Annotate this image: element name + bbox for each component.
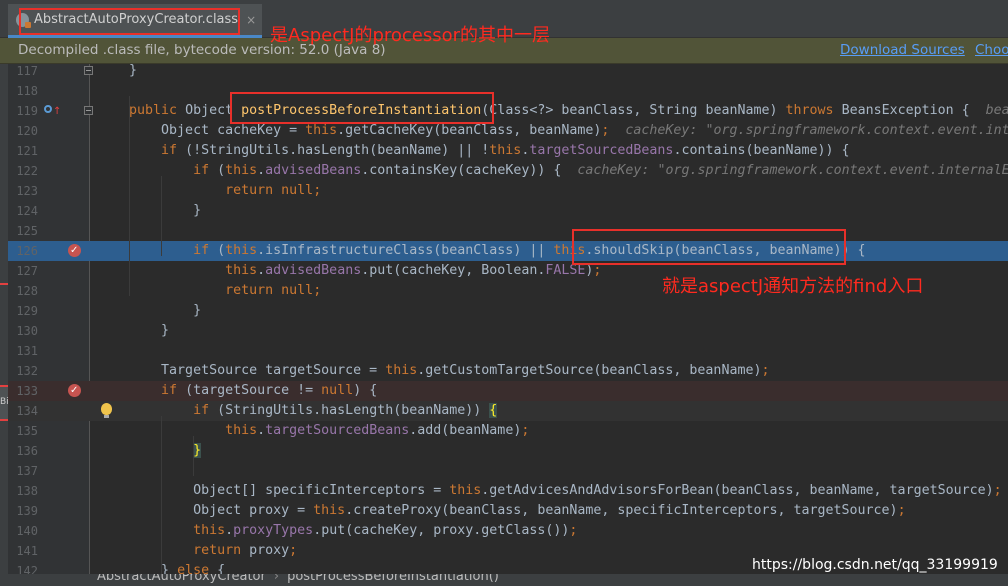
- code-line[interactable]: 133 if (targetSource != null) {: [8, 381, 1008, 401]
- indent-guide: [161, 176, 162, 256]
- code-line[interactable]: 124 }: [8, 201, 1008, 221]
- line-number[interactable]: 130: [8, 321, 38, 341]
- implements-arrow-icon[interactable]: ↑: [53, 102, 61, 122]
- indent-guide: [129, 96, 130, 296]
- code-text: return null;: [225, 283, 322, 298]
- code-text: if (this.advisedBeans.containsKey(cacheK…: [193, 163, 1008, 178]
- code-text: if (StringUtils.hasLength(beanName)) {: [193, 403, 498, 418]
- line-number[interactable]: 138: [8, 481, 38, 501]
- line-number[interactable]: 137: [8, 461, 38, 481]
- watermark: https://blog.csdn.net/qq_33199919: [752, 557, 998, 573]
- line-number[interactable]: 133: [8, 381, 38, 401]
- line-number[interactable]: 134: [8, 401, 38, 421]
- line-number[interactable]: 131: [8, 341, 38, 361]
- code-line[interactable]: 137: [8, 461, 1008, 481]
- line-number[interactable]: 135: [8, 421, 38, 441]
- code-line[interactable]: 140 this.proxyTypes.put(cacheKey, proxy.…: [8, 521, 1008, 541]
- code-text: this.advisedBeans.put(cacheKey, Boolean.…: [225, 263, 602, 278]
- line-number[interactable]: 122: [8, 161, 38, 181]
- code-line[interactable]: 129 }: [8, 301, 1008, 321]
- line-number[interactable]: 140: [8, 521, 38, 541]
- breadcrumb-class[interactable]: AbstractAutoProxyCreator: [97, 574, 266, 584]
- breakpoint-icon[interactable]: [68, 241, 81, 261]
- code-text: }: [97, 303, 202, 318]
- annotation-box-tab: [19, 8, 240, 35]
- code-text: }: [97, 203, 202, 218]
- line-number[interactable]: 126: [8, 241, 38, 261]
- code-text: }: [97, 323, 170, 338]
- line-number[interactable]: 128: [8, 281, 38, 301]
- code-text: Object cacheKey = this.getCacheKey(beanC…: [97, 123, 1008, 138]
- line-number[interactable]: 139: [8, 501, 38, 521]
- code-text: }: [193, 443, 202, 458]
- indent-guide: [193, 436, 194, 476]
- line-number[interactable]: 124: [8, 201, 38, 221]
- line-number[interactable]: 141: [8, 541, 38, 561]
- annotation-skip-note: 就是aspectJ通知方法的find入口: [662, 276, 924, 297]
- code-line[interactable]: 130 }: [8, 321, 1008, 341]
- line-number[interactable]: 119: [8, 101, 38, 121]
- code-text: this.proxyTypes.put(cacheKey, proxy.getC…: [193, 523, 578, 538]
- code-text: return proxy;: [193, 543, 298, 558]
- code-line[interactable]: 135 this.targetSourcedBeans.add(beanName…: [8, 421, 1008, 441]
- code-line[interactable]: 138 Object[] specificInterceptors = this…: [8, 481, 1008, 501]
- code-line[interactable]: 139 Object proxy = this.createProxy(bean…: [8, 501, 1008, 521]
- left-strip-marker: [0, 283, 8, 285]
- line-number[interactable]: 120: [8, 121, 38, 141]
- fold-toggle-icon[interactable]: [84, 66, 93, 75]
- code-line[interactable]: 136 }: [8, 441, 1008, 461]
- code-line[interactable]: 118: [8, 81, 1008, 101]
- choose-sources-link[interactable]: Choo: [975, 42, 1008, 58]
- annotation-box-method: [230, 92, 494, 124]
- code-text: if (targetSource != null) {: [161, 383, 378, 398]
- left-strip-panel-tab[interactable]: Bi: [0, 385, 8, 421]
- code-line[interactable]: 126 if (this.isInfrastructureClass(beanC…: [8, 241, 1008, 261]
- code-text: Object[] specificInterceptors = this.get…: [97, 483, 1002, 498]
- line-number[interactable]: 118: [8, 81, 38, 101]
- code-line[interactable]: 119 ↑ public Object postProcessBeforeInst…: [8, 101, 1008, 121]
- line-number[interactable]: 136: [8, 441, 38, 461]
- line-number[interactable]: 129: [8, 301, 38, 321]
- indent-guide: [161, 416, 162, 574]
- code-text: Object proxy = this.createProxy(beanClas…: [97, 503, 906, 518]
- line-number[interactable]: 132: [8, 361, 38, 381]
- code-line[interactable]: 134 if (StringUtils.hasLength(beanName))…: [8, 401, 1008, 421]
- line-number[interactable]: 125: [8, 221, 38, 241]
- left-tool-strip: [0, 64, 8, 586]
- code-editor[interactable]: 117 } 118 119 ↑ public Object postProcessBe…: [8, 64, 1008, 574]
- code-line[interactable]: 120 Object cacheKey = this.getCacheKey(b…: [8, 121, 1008, 141]
- code-text: return null;: [225, 183, 322, 198]
- fold-toggle-icon[interactable]: [84, 106, 93, 115]
- annotation-tab-note: 是AspectJ的processor的其中一层: [270, 25, 551, 46]
- line-number[interactable]: 123: [8, 181, 38, 201]
- download-sources-link[interactable]: Download Sources: [840, 42, 965, 58]
- code-text: if (!StringUtils.hasLength(beanName) || …: [161, 143, 850, 158]
- breadcrumb-method[interactable]: postProcessBeforeInstantiation(): [287, 574, 499, 584]
- line-number[interactable]: 127: [8, 261, 38, 281]
- code-text: }: [97, 64, 138, 78]
- code-line[interactable]: 121 if (!StringUtils.hasLength(beanName)…: [8, 141, 1008, 161]
- line-number[interactable]: 142: [8, 561, 38, 574]
- annotation-box-shouldskip: [572, 229, 846, 265]
- breadcrumb: AbstractAutoProxyCreator › postProcessBefo…: [97, 574, 499, 584]
- close-icon[interactable]: ×: [246, 13, 256, 27]
- code-line[interactable]: 122 if (this.advisedBeans.containsKey(ca…: [8, 161, 1008, 181]
- code-line[interactable]: 125: [8, 221, 1008, 241]
- code-line[interactable]: 123 return null;: [8, 181, 1008, 201]
- line-number[interactable]: 121: [8, 141, 38, 161]
- breadcrumb-separator-icon: ›: [273, 574, 280, 584]
- code-text: TargetSource targetSource = this.getCust…: [97, 363, 770, 378]
- code-line[interactable]: 117 }: [8, 64, 1008, 81]
- code-line[interactable]: 131: [8, 341, 1008, 361]
- override-marker-icon[interactable]: [44, 105, 52, 113]
- code-line[interactable]: 132 TargetSource targetSource = this.get…: [8, 361, 1008, 381]
- line-number[interactable]: 117: [8, 64, 38, 81]
- breakpoint-icon[interactable]: [68, 381, 81, 401]
- breadcrumb-bar: AbstractAutoProxyCreator › postProcessBefo…: [0, 574, 1008, 586]
